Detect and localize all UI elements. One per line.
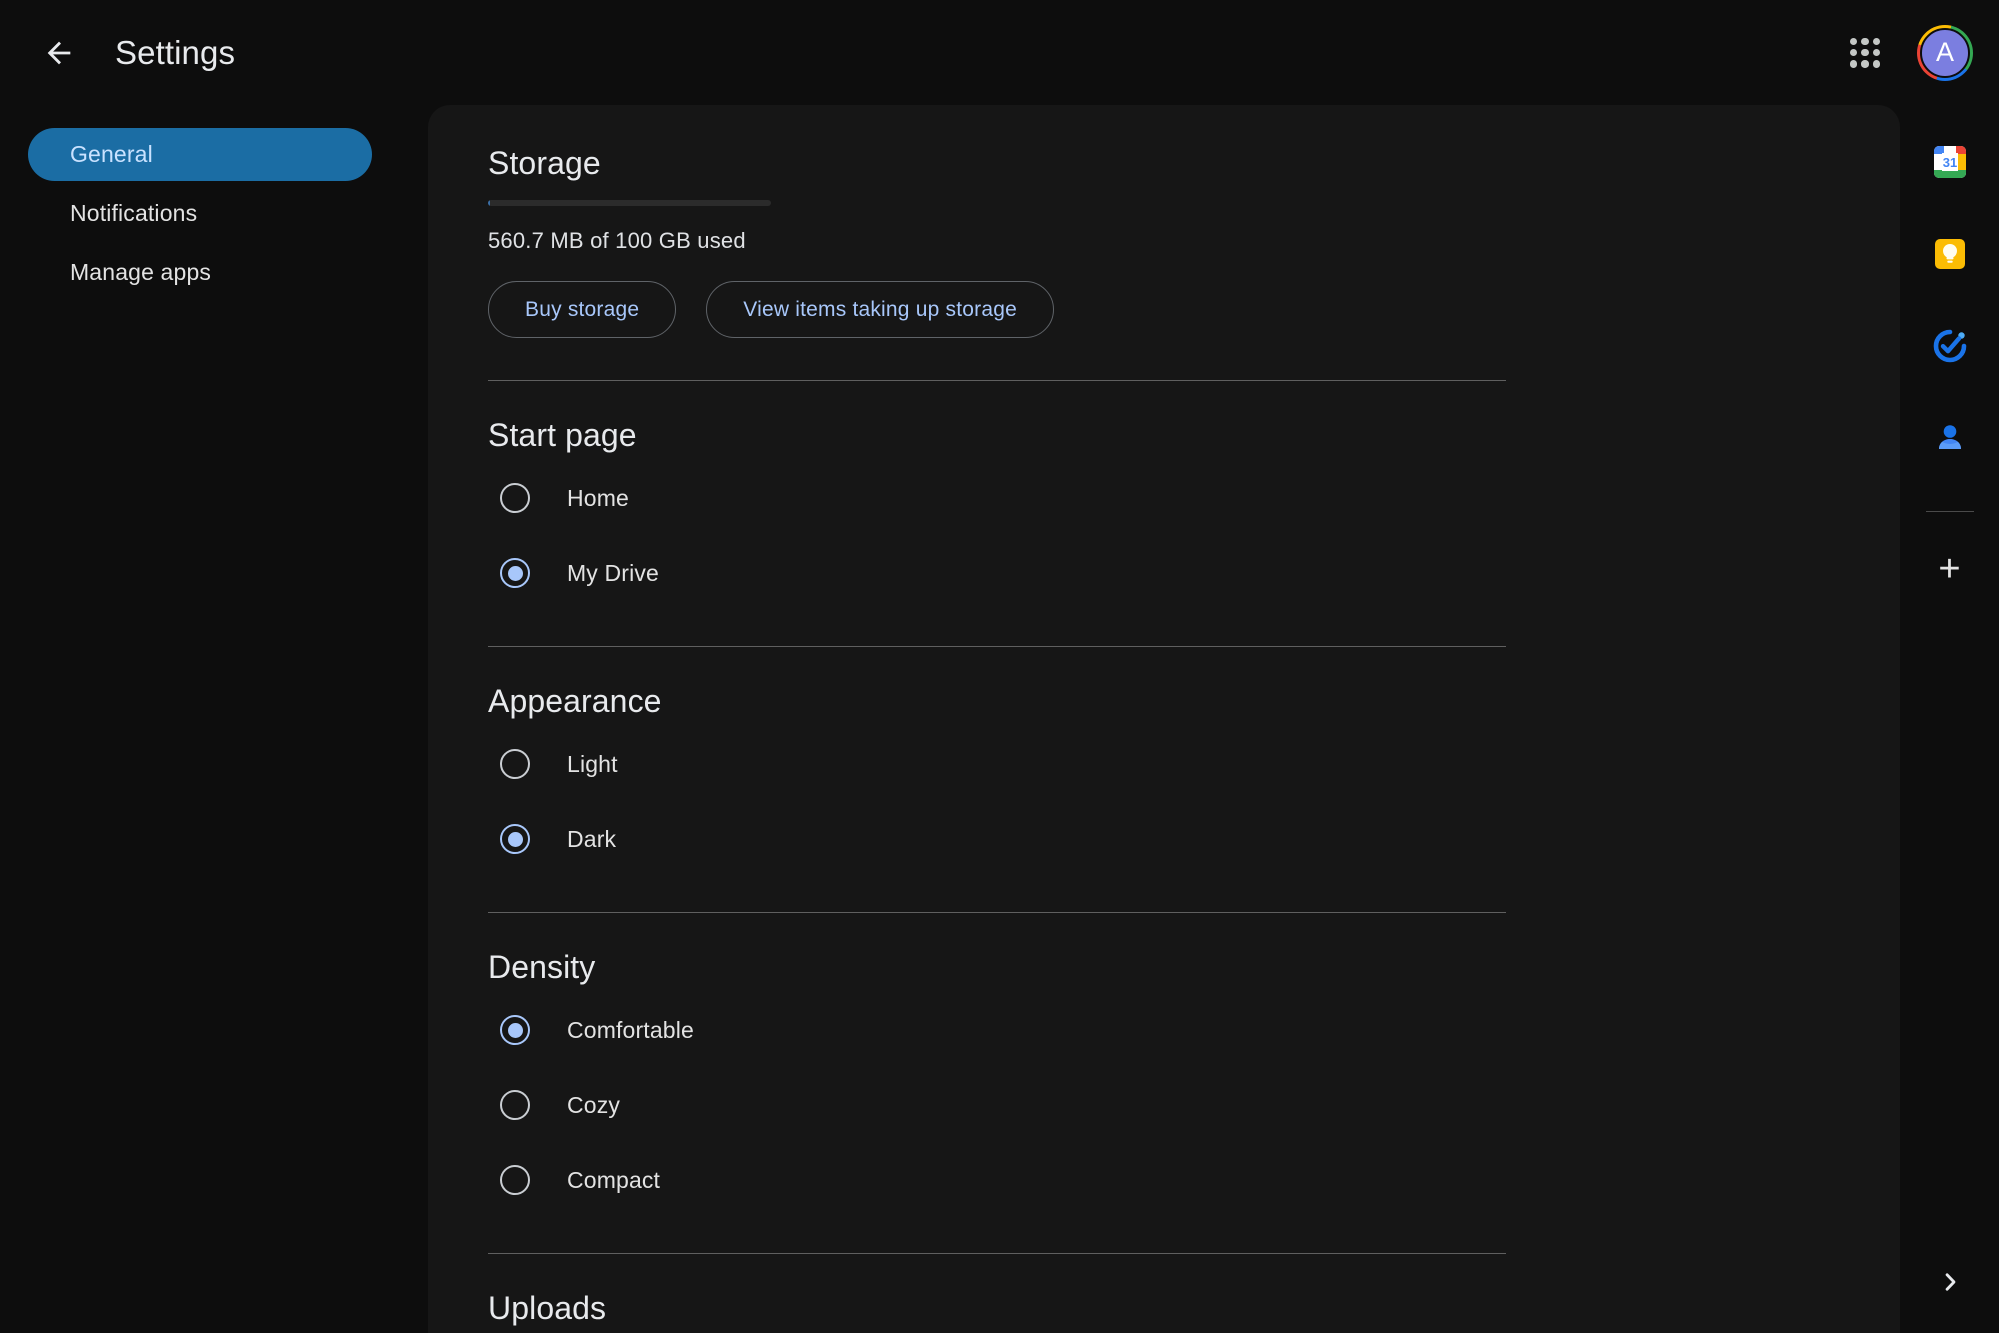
storage-heading: Storage — [488, 145, 601, 181]
sidebar-item-label: Manage apps — [70, 259, 212, 285]
section-divider — [488, 380, 1506, 381]
back-button[interactable] — [28, 22, 90, 84]
appearance-option-light[interactable]: Light — [488, 733, 1840, 795]
appearance-section: Appearance Light Dark — [488, 683, 1840, 913]
chevron-right-icon — [1945, 1273, 1955, 1291]
section-divider — [488, 1253, 1506, 1254]
radio-label: Comfortable — [567, 1016, 694, 1043]
top-app-bar: Settings A — [0, 0, 1999, 105]
radio-icon-selected — [500, 1015, 530, 1045]
page-title: Settings — [115, 33, 236, 71]
sidebar-item-manage-apps[interactable]: Manage apps — [28, 246, 372, 299]
apps-dot — [1872, 48, 1880, 57]
start-page-option-my-drive[interactable]: My Drive — [488, 542, 1840, 604]
radio-label: Compact — [567, 1166, 661, 1193]
sidebar-item-label: Notifications — [70, 200, 198, 226]
tasks-check-glyph — [1933, 329, 1966, 363]
density-option-compact[interactable]: Compact — [488, 1149, 1840, 1211]
uploads-heading: Uploads — [488, 1290, 607, 1326]
start-page-option-home[interactable]: Home — [488, 467, 1840, 529]
arrow-left-icon — [47, 41, 71, 64]
top-bar-actions: A — [1839, 24, 1973, 81]
view-items-storage-button[interactable]: View items taking up storage — [706, 281, 1054, 338]
contacts-person-glyph — [1938, 425, 1961, 449]
apps-dot — [1861, 48, 1869, 57]
apps-dot — [1872, 60, 1880, 68]
keep-bulb-glyph — [1934, 239, 1965, 269]
account-avatar-button[interactable]: A — [1917, 24, 1973, 81]
radio-icon — [500, 1090, 530, 1120]
radio-icon — [500, 1165, 530, 1195]
section-divider — [488, 646, 1506, 647]
radio-icon-selected — [500, 824, 530, 854]
add-app-button[interactable]: + — [1923, 542, 1977, 596]
apps-dot — [1850, 48, 1858, 57]
start-page-heading: Start page — [488, 417, 637, 453]
sidebar-item-label: General — [70, 141, 153, 167]
rail-divider — [1925, 511, 1974, 512]
radio-icon-selected — [500, 558, 530, 588]
side-apps-rail: 31 + — [1900, 105, 1999, 1333]
appearance-option-dark[interactable]: Dark — [488, 808, 1840, 870]
buy-storage-button[interactable]: Buy storage — [488, 281, 677, 338]
sidebar-item-notifications[interactable]: Notifications — [28, 187, 372, 240]
density-section: Density Comfortable Cozy Compact — [488, 949, 1840, 1254]
storage-progress-fill — [488, 200, 490, 206]
uploads-section: Uploads — [488, 1290, 1840, 1327]
storage-section: Storage 560.7 MB of 100 GB used Buy stor… — [488, 145, 1840, 381]
density-heading: Density — [488, 949, 596, 985]
avatar: A — [1920, 27, 1970, 78]
apps-dot — [1850, 60, 1858, 68]
svg-text:31: 31 — [1942, 155, 1956, 170]
apps-dot — [1861, 37, 1869, 45]
radio-label: Home — [567, 484, 629, 511]
radio-label: Light — [567, 750, 618, 777]
radio-label: Cozy — [567, 1091, 621, 1118]
radio-icon — [500, 749, 530, 779]
radio-icon — [500, 483, 530, 513]
appearance-heading: Appearance — [488, 683, 662, 719]
google-contacts-icon[interactable] — [1923, 411, 1977, 465]
storage-progress-bar — [488, 200, 771, 206]
apps-dot — [1850, 37, 1858, 45]
settings-content-panel: Storage 560.7 MB of 100 GB used Buy stor… — [428, 105, 1900, 1333]
density-option-cozy[interactable]: Cozy — [488, 1074, 1840, 1136]
sidebar-item-general[interactable]: General — [28, 128, 372, 181]
settings-sidebar: General Notifications Manage apps — [0, 128, 400, 305]
apps-dot — [1861, 60, 1869, 68]
expand-panel-button[interactable] — [1927, 1259, 1973, 1305]
radio-label: My Drive — [567, 559, 659, 586]
apps-dot — [1872, 37, 1880, 45]
section-divider — [488, 912, 1506, 913]
radio-label: Dark — [567, 825, 617, 852]
google-calendar-icon[interactable]: 31 — [1923, 135, 1977, 189]
storage-actions: Buy storage View items taking up storage — [488, 281, 1840, 338]
start-page-section: Start page Home My Drive — [488, 417, 1840, 647]
calendar-glyph: 31 — [1933, 146, 1966, 178]
apps-grid-icon[interactable] — [1839, 27, 1891, 79]
density-option-comfortable[interactable]: Comfortable — [488, 999, 1840, 1061]
google-keep-icon[interactable] — [1923, 227, 1977, 281]
storage-usage-text: 560.7 MB of 100 GB used — [488, 228, 746, 253]
google-tasks-icon[interactable] — [1923, 319, 1977, 373]
